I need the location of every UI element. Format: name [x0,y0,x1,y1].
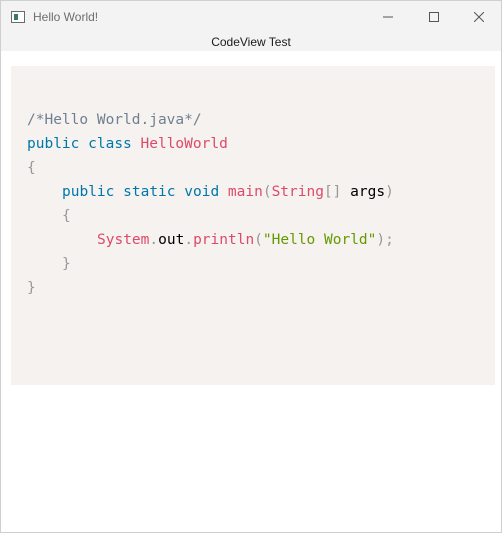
code-token-plain: out [158,232,185,248]
title-bar[interactable]: Hello World! [1,1,501,33]
codeview-title: CodeView Test [211,35,291,49]
code-token-punct: ) [385,184,394,200]
code-line: /*Hello World.java*/ [27,108,394,132]
code-token-punct: { [27,160,36,176]
window-title: Hello World! [33,10,99,24]
code-token-punct: [] [323,184,342,200]
close-button[interactable] [456,1,502,33]
code-token-keyword: void [184,184,220,200]
code-token-punct: } [27,280,36,296]
code-line: { [27,204,394,228]
code-token-keyword: class [88,136,132,152]
code-line: } [27,276,394,300]
maximize-button[interactable] [411,1,457,33]
minimize-button[interactable] [365,1,411,33]
code-token-classname: String [271,184,324,200]
minimize-icon [383,16,393,18]
code-line: public class HelloWorld [27,132,394,156]
code-view[interactable]: /*Hello World.java*/ public class HelloWo… [11,66,495,385]
code-token-string: "Hello World" [262,232,377,248]
app-window: Hello World! CodeView Test /*Hello World… [0,0,502,533]
code-token-keyword: static [123,184,176,200]
code-line: } [27,252,394,276]
code-token-punct: ( [254,232,263,248]
close-icon [474,12,484,22]
code-line: public static void main(String[] args) [27,180,394,204]
maximize-icon [429,12,439,22]
code-token-comment: /*Hello World.java*/ [27,112,202,128]
code-token-punct: } [62,256,71,272]
code-token-plain: args [341,184,386,200]
code-block: /*Hello World.java*/ public class HelloWo… [27,108,394,300]
code-token-classname: println [193,232,255,248]
code-token-punct: . [184,232,194,248]
code-line: { [27,156,394,180]
code-token-keyword: public [62,184,115,200]
app-window-icon [11,11,25,23]
header-strip: CodeView Test [1,33,501,51]
code-token-classname: HelloWorld [140,136,228,152]
code-token-punct: ); [376,232,394,248]
code-token-classname: System [97,232,150,248]
code-token-punct: ( [262,184,272,200]
code-token-punct: . [149,232,159,248]
code-token-classname: main [227,184,263,200]
code-line: System.out.println("Hello World"); [27,228,394,252]
code-token-punct: { [62,208,71,224]
code-token-keyword: public [27,136,80,152]
